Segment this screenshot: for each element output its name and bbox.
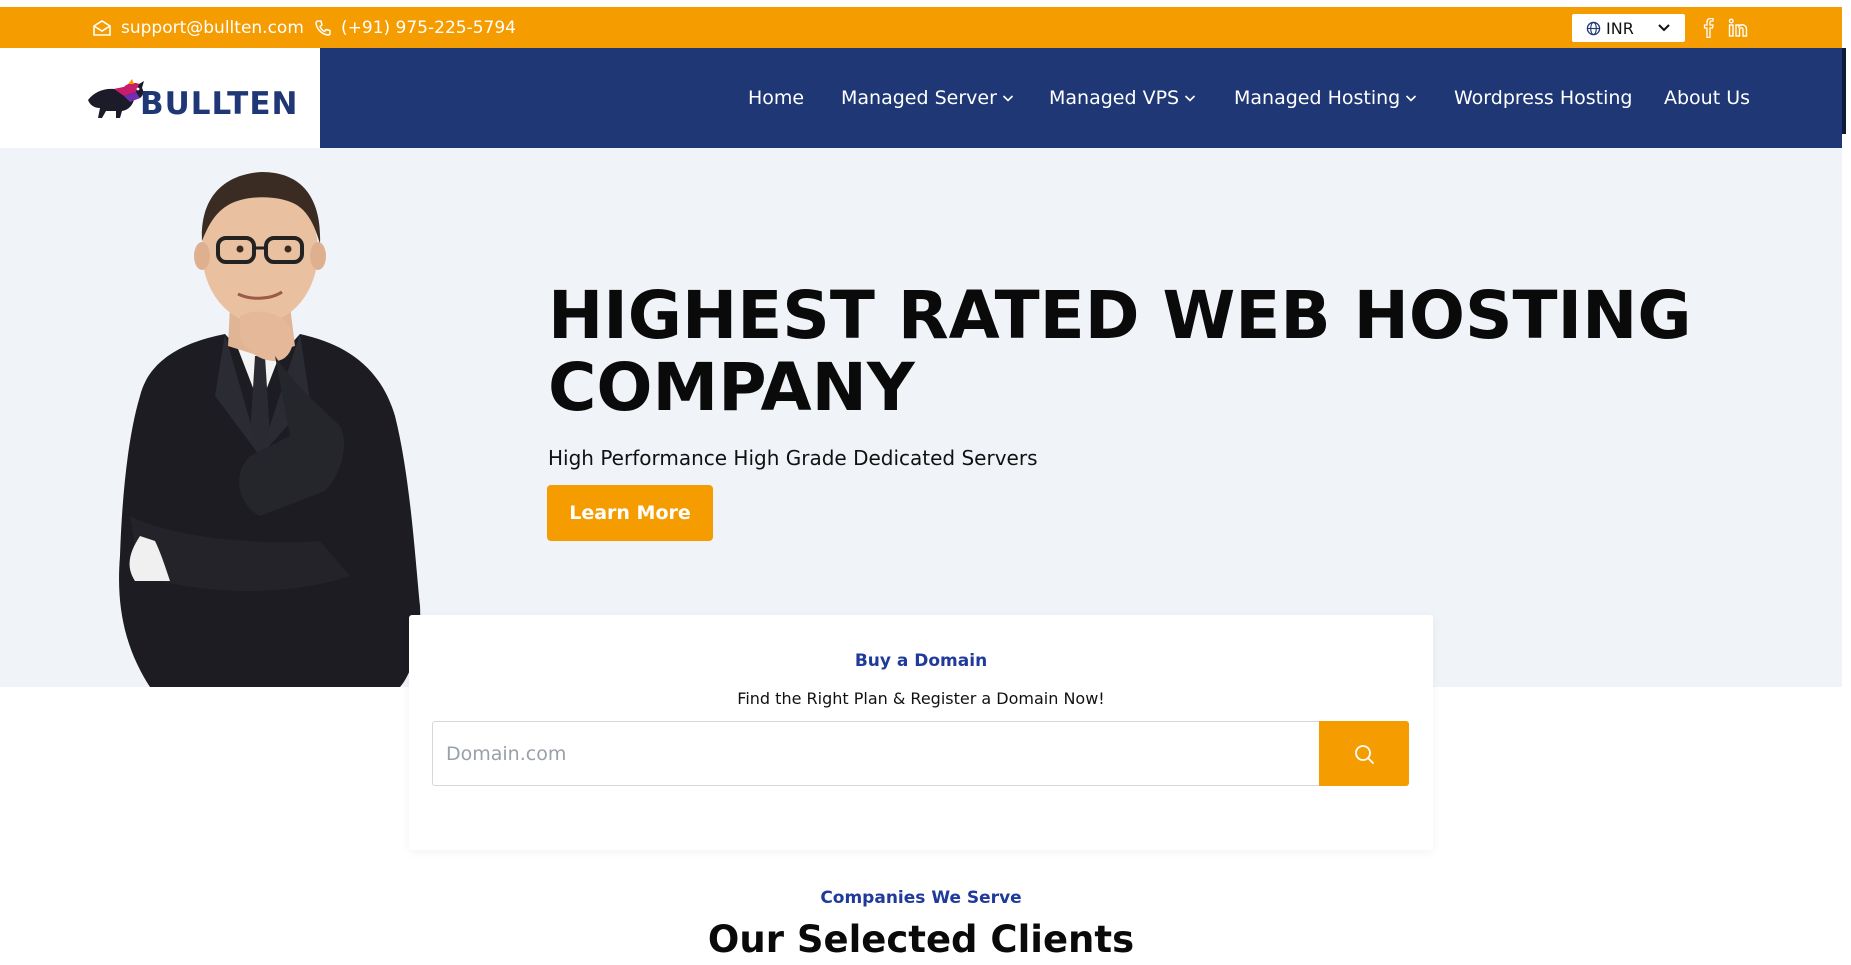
chevron-down-icon [1002,95,1013,102]
page-edge-strip [1842,48,1846,134]
currency-select[interactable]: INR [1572,14,1685,42]
linkedin-icon[interactable] [1728,18,1748,38]
email-link[interactable]: support@bullten.com [92,7,304,48]
phone-text: (+91) 975-225-5794 [341,17,516,38]
nav-item-about-us[interactable]: About Us [1664,48,1750,148]
nav-item-wordpress-hosting[interactable]: Wordpress Hosting [1454,48,1632,148]
bull-logo-icon [88,79,144,118]
nav-item-home[interactable]: Home [748,48,804,148]
hero-person-image [119,172,421,687]
brand-name: BULLTEN [140,86,299,122]
facebook-icon[interactable] [1703,18,1715,38]
hero-subtitle: High Performance High Grade Dedicated Se… [548,446,1038,470]
main-nav: Home Managed Server Managed VPS Managed … [320,48,1842,148]
domain-search-card: Buy a Domain Find the Right Plan & Regis… [409,615,1433,850]
search-icon [1355,744,1374,764]
domain-search-button[interactable] [1319,721,1409,786]
chevron-down-icon [1406,95,1417,102]
hero-title-line-2: COMPANY [548,349,915,426]
nav-item-label: Managed Hosting [1234,87,1401,109]
domain-search-input[interactable] [432,721,1320,786]
clients-title: Our Selected Clients [707,918,1135,961]
currency-value: INR [1606,18,1634,38]
hero-title-line-1: HIGHEST RATED WEB HOSTING [548,277,1692,354]
envelope-icon [93,19,111,36]
learn-more-button[interactable]: Learn More [547,485,713,541]
nav-item-managed-hosting[interactable]: Managed Hosting [1234,48,1417,148]
email-text: support@bullten.com [121,17,304,38]
nav-item-label: Managed Server [841,87,997,109]
logo[interactable]: BULLTEN [0,48,320,148]
nav-item-managed-vps[interactable]: Managed VPS [1049,48,1196,148]
top-bar: support@bullten.com (+91) 975-225-5794 I… [0,7,1842,48]
globe-icon [1586,21,1601,35]
domain-description: Find the Right Plan & Register a Domain … [737,689,1105,708]
nav-item-label: Managed VPS [1049,87,1180,109]
hero-title: HIGHEST RATED WEB HOSTING COMPANY [548,280,1728,424]
page: support@bullten.com (+91) 975-225-5794 I… [0,0,1851,965]
chevron-down-icon [1658,24,1670,32]
nav-item-managed-server[interactable]: Managed Server [841,48,1014,148]
chevron-down-icon [1185,95,1196,102]
hero-section: HIGHEST RATED WEB HOSTING COMPANY High P… [0,148,1842,687]
nav-item-label: Home [748,87,805,109]
domain-kicker: Buy a Domain [854,651,988,671]
clients-kicker: Companies We Serve [820,888,1022,908]
phone-link[interactable]: (+91) 975-225-5794 [314,7,516,48]
nav-item-label: Wordpress Hosting [1454,87,1633,109]
nav-item-label: About Us [1664,87,1751,109]
phone-icon [315,19,331,36]
